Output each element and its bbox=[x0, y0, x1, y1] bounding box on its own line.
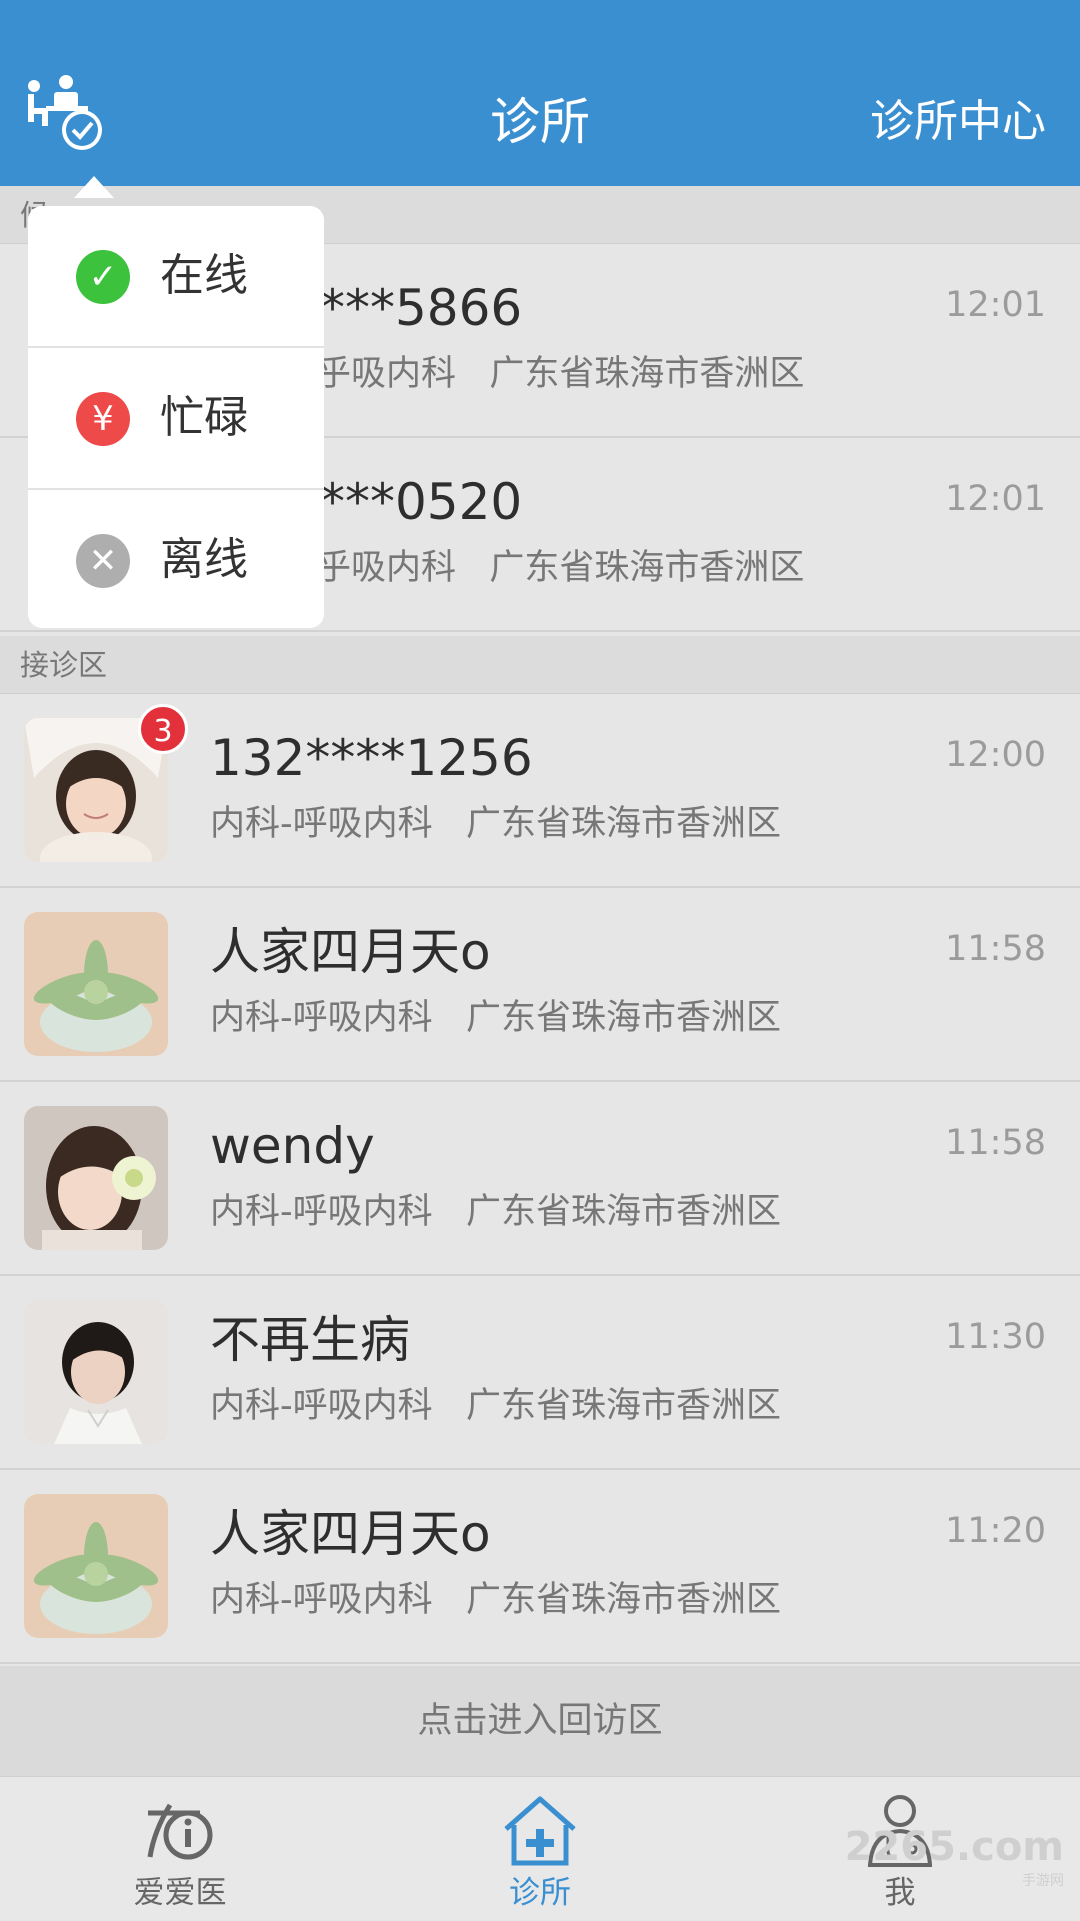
tab-clinic[interactable]: 诊所 bbox=[430, 1777, 650, 1921]
tab-label: 诊所 bbox=[509, 1875, 571, 1911]
patient-row[interactable]: 不再生病 内科-呼吸内科 广东省珠海市香洲区 11:30 bbox=[0, 1276, 1080, 1470]
site-watermark: 2265.com 手游网 bbox=[845, 1824, 1064, 1890]
patient-name: 132****1256 bbox=[210, 729, 533, 787]
status-offline-option[interactable]: ✕ 离线 bbox=[28, 490, 324, 628]
watermark-brand: 2265 bbox=[844, 1824, 956, 1870]
avatar bbox=[24, 912, 168, 1056]
tab-aiaiyi[interactable]: 爱爱医 bbox=[70, 1777, 290, 1921]
clinic-house-icon bbox=[504, 1796, 576, 1866]
message-time: 11:58 bbox=[945, 929, 1046, 969]
close-icon: ✕ bbox=[76, 534, 130, 588]
popup-arrow bbox=[74, 176, 114, 198]
patient-name: 不再生病 bbox=[210, 1311, 410, 1369]
patient-meta: 内科-呼吸内科 广东省珠海市香洲区 bbox=[210, 804, 782, 844]
yen-icon: ¥ bbox=[76, 392, 130, 446]
patient-meta: 内科-呼吸内科 广东省珠海市香洲区 bbox=[210, 1386, 782, 1426]
patient-name: 人家四月天o bbox=[210, 923, 491, 981]
reception-section-header: 接诊区 bbox=[0, 636, 1080, 694]
status-label: 忙碌 bbox=[160, 392, 248, 443]
message-time: 11:58 bbox=[945, 1123, 1046, 1163]
message-time: 11:20 bbox=[945, 1511, 1046, 1551]
patient-name: ***5866 bbox=[320, 279, 523, 337]
patient-meta: 内科-呼吸内科 广东省珠海市香洲区 bbox=[210, 998, 782, 1038]
aiaiyi-logo-icon bbox=[147, 1803, 213, 1860]
patient-row[interactable]: 人家四月天o 内科-呼吸内科 广东省珠海市香洲区 11:58 bbox=[0, 888, 1080, 1082]
patient-meta: 乎吸内科 广东省珠海市香洲区 bbox=[316, 548, 805, 588]
tab-label: 爱爱医 bbox=[133, 1875, 227, 1911]
status-busy-option[interactable]: ¥ 忙碌 bbox=[28, 348, 324, 488]
patient-name: ***0520 bbox=[320, 473, 523, 531]
patient-row[interactable]: 人家四月天o 内科-呼吸内科 广东省珠海市香洲区 11:20 bbox=[0, 1470, 1080, 1664]
avatar bbox=[24, 1106, 168, 1250]
patient-meta: 内科-呼吸内科 广东省珠海市香洲区 bbox=[210, 1192, 782, 1232]
revisit-area-button[interactable]: 点击进入回访区 bbox=[0, 1666, 1080, 1776]
patient-name: wendy bbox=[210, 1117, 375, 1175]
patient-name: 人家四月天o bbox=[210, 1505, 491, 1563]
message-time: 12:00 bbox=[945, 735, 1046, 775]
message-time: 11:30 bbox=[945, 1317, 1046, 1357]
unread-count-badge: 3 bbox=[138, 704, 188, 754]
watermark-suffix: .com bbox=[955, 1824, 1064, 1870]
status-label: 在线 bbox=[160, 250, 248, 301]
message-time: 12:01 bbox=[945, 285, 1046, 325]
check-icon: ✓ bbox=[76, 250, 130, 304]
patient-meta: 内科-呼吸内科 广东省珠海市香洲区 bbox=[210, 1580, 782, 1620]
patient-meta: 乎吸内科 广东省珠海市香洲区 bbox=[316, 354, 805, 394]
status-popup-menu: ✓ 在线 ¥ 忙碌 ✕ 离线 bbox=[28, 206, 324, 628]
watermark-sub: 手游网 bbox=[1022, 1873, 1064, 1889]
status-label: 离线 bbox=[160, 534, 248, 585]
patient-row[interactable]: wendy 内科-呼吸内科 广东省珠海市香洲区 11:58 bbox=[0, 1082, 1080, 1276]
top-bar: 诊所 诊所中心 bbox=[0, 0, 1080, 186]
avatar bbox=[24, 1494, 168, 1638]
message-time: 12:01 bbox=[945, 479, 1046, 519]
avatar bbox=[24, 1300, 168, 1444]
status-online-option[interactable]: ✓ 在线 bbox=[28, 206, 324, 346]
clinic-center-link[interactable]: 诊所中心 bbox=[870, 92, 1046, 152]
reception-section-label: 接诊区 bbox=[20, 648, 108, 682]
